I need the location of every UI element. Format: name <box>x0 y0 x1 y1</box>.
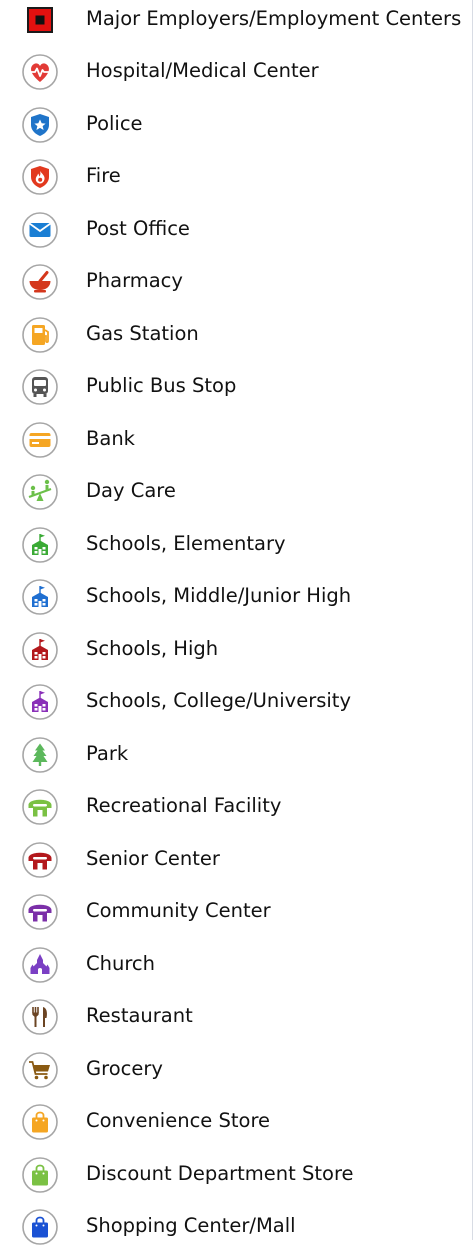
legend-label: Fire <box>86 164 121 187</box>
legend-item-schools-high: Schools, High <box>0 624 470 676</box>
legend-label: Schools, College/University <box>86 689 351 712</box>
legend-label: Recreational Facility <box>86 794 282 817</box>
bus-icon <box>21 368 59 406</box>
legend-item-recreational-facility: Recreational Facility <box>0 781 470 833</box>
school-college-icon <box>21 683 59 721</box>
heartbeat-icon <box>21 53 59 91</box>
legend-item-discount-department-store: Discount Department Store <box>0 1149 470 1201</box>
major-employer-icon <box>21 1 59 39</box>
legend-item-grocery: Grocery <box>0 1044 470 1096</box>
legend-label: Discount Department Store <box>86 1162 354 1185</box>
legend-item-day-care: Day Care <box>0 466 470 518</box>
fire-icon <box>21 158 59 196</box>
legend-item-schools-elementary: Schools, Elementary <box>0 519 470 571</box>
legend-label: Park <box>86 742 129 765</box>
legend-item-police: Police <box>0 99 470 151</box>
legend-item-community-center: Community Center <box>0 886 470 938</box>
legend-label: Hospital/Medical Center <box>86 59 319 82</box>
legend-label: Grocery <box>86 1057 163 1080</box>
legend-item-park: Park <box>0 729 470 781</box>
police-badge-icon <box>21 106 59 144</box>
map-legend: Major Employers/Employment Centers Hospi… <box>0 0 473 1245</box>
school-elementary-icon <box>21 526 59 564</box>
legend-label: Senior Center <box>86 847 220 870</box>
legend-label: Church <box>86 952 156 975</box>
fuel-pump-icon <box>21 316 59 354</box>
legend-item-schools-college: Schools, College/University <box>0 676 470 728</box>
legend-item-bank: Bank <box>0 414 470 466</box>
credit-card-icon <box>21 421 59 459</box>
legend-item-shopping-center: Shopping Center/Mall <box>0 1201 470 1253</box>
seesaw-icon <box>21 473 59 511</box>
legend-label: Community Center <box>86 899 271 922</box>
legend-label: Bank <box>86 427 135 450</box>
envelope-icon <box>21 211 59 249</box>
legend-label: Schools, Elementary <box>86 532 286 555</box>
shopping-bag-icon <box>21 1208 59 1246</box>
church-icon <box>21 946 59 984</box>
legend-item-fire: Fire <box>0 151 470 203</box>
legend-label: Shopping Center/Mall <box>86 1214 296 1237</box>
legend-item-major-employers: Major Employers/Employment Centers <box>0 0 470 46</box>
legend-label: Major Employers/Employment Centers <box>86 7 462 30</box>
legend-label: Restaurant <box>86 1004 193 1027</box>
legend-item-restaurant: Restaurant <box>0 991 470 1043</box>
legend-item-pharmacy: Pharmacy <box>0 256 470 308</box>
legend-label: Schools, Middle/Junior High <box>86 584 352 607</box>
legend-item-bus-stop: Public Bus Stop <box>0 361 470 413</box>
legend-item-post-office: Post Office <box>0 204 470 256</box>
recreation-icon <box>21 788 59 826</box>
community-center-icon <box>21 893 59 931</box>
legend-label: Public Bus Stop <box>86 374 237 397</box>
shopping-cart-icon <box>21 1051 59 1089</box>
legend-label: Day Care <box>86 479 176 502</box>
legend-item-senior-center: Senior Center <box>0 834 470 886</box>
mortar-pestle-icon <box>21 263 59 301</box>
legend-label: Convenience Store <box>86 1109 271 1132</box>
legend-label: Post Office <box>86 217 190 240</box>
fork-knife-icon <box>21 998 59 1036</box>
shopping-bag-icon <box>21 1156 59 1194</box>
shopping-bag-icon <box>21 1103 59 1141</box>
legend-label: Gas Station <box>86 322 199 345</box>
tree-icon <box>21 736 59 774</box>
legend-item-gas-station: Gas Station <box>0 309 470 361</box>
legend-item-hospital: Hospital/Medical Center <box>0 46 470 98</box>
school-high-icon <box>21 631 59 669</box>
legend-item-church: Church <box>0 939 470 991</box>
legend-item-schools-middle: Schools, Middle/Junior High <box>0 571 470 623</box>
legend-item-convenience-store: Convenience Store <box>0 1096 470 1148</box>
school-middle-icon <box>21 578 59 616</box>
senior-center-icon <box>21 841 59 879</box>
legend-label: Pharmacy <box>86 269 183 292</box>
legend-label: Police <box>86 112 143 135</box>
legend-label: Schools, High <box>86 637 219 660</box>
